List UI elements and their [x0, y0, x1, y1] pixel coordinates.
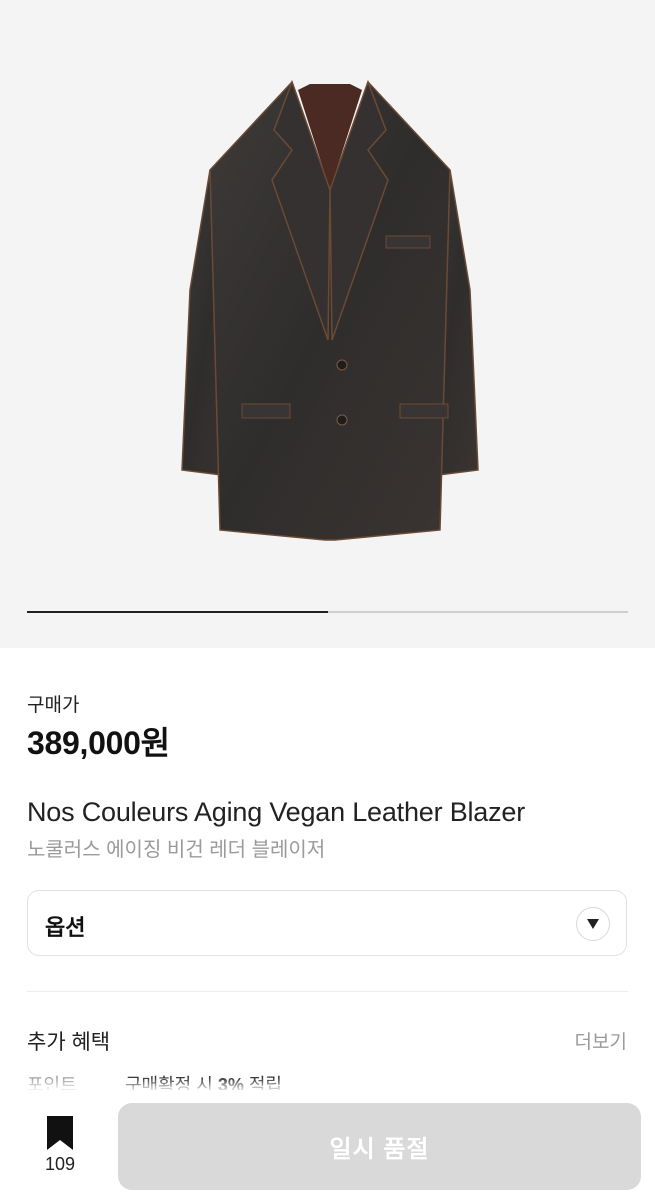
chevron-down-icon[interactable] — [576, 907, 610, 941]
product-name-en: Nos Couleurs Aging Vegan Leather Blazer — [27, 797, 526, 827]
soldout-button[interactable]: 일시 품절 — [118, 1103, 641, 1190]
bottom-action-bar: 109 일시 품절 — [0, 1090, 655, 1200]
gallery-progress-fill — [27, 611, 328, 613]
bookmark-icon — [47, 1116, 73, 1150]
benefits-more-link[interactable]: 더보기 — [575, 1027, 627, 1054]
bookmark-count: 109 — [44, 1154, 76, 1174]
product-name-ko: 노쿨러스 에이징 비건 레더 블레이저 — [27, 839, 326, 861]
option-label: 옵션 — [45, 915, 86, 940]
price-value: 389,000원 — [27, 725, 170, 761]
bookmark-button[interactable]: 109 — [30, 1110, 90, 1180]
section-divider — [27, 991, 628, 992]
benefits-title: 추가 혜택 — [27, 1031, 111, 1054]
price-label: 구매가 — [27, 695, 80, 716]
product-gallery[interactable] — [0, 0, 655, 648]
option-select[interactable]: 옵션 — [27, 890, 627, 956]
gallery-progress-track — [27, 611, 628, 613]
product-image — [181, 79, 479, 541]
